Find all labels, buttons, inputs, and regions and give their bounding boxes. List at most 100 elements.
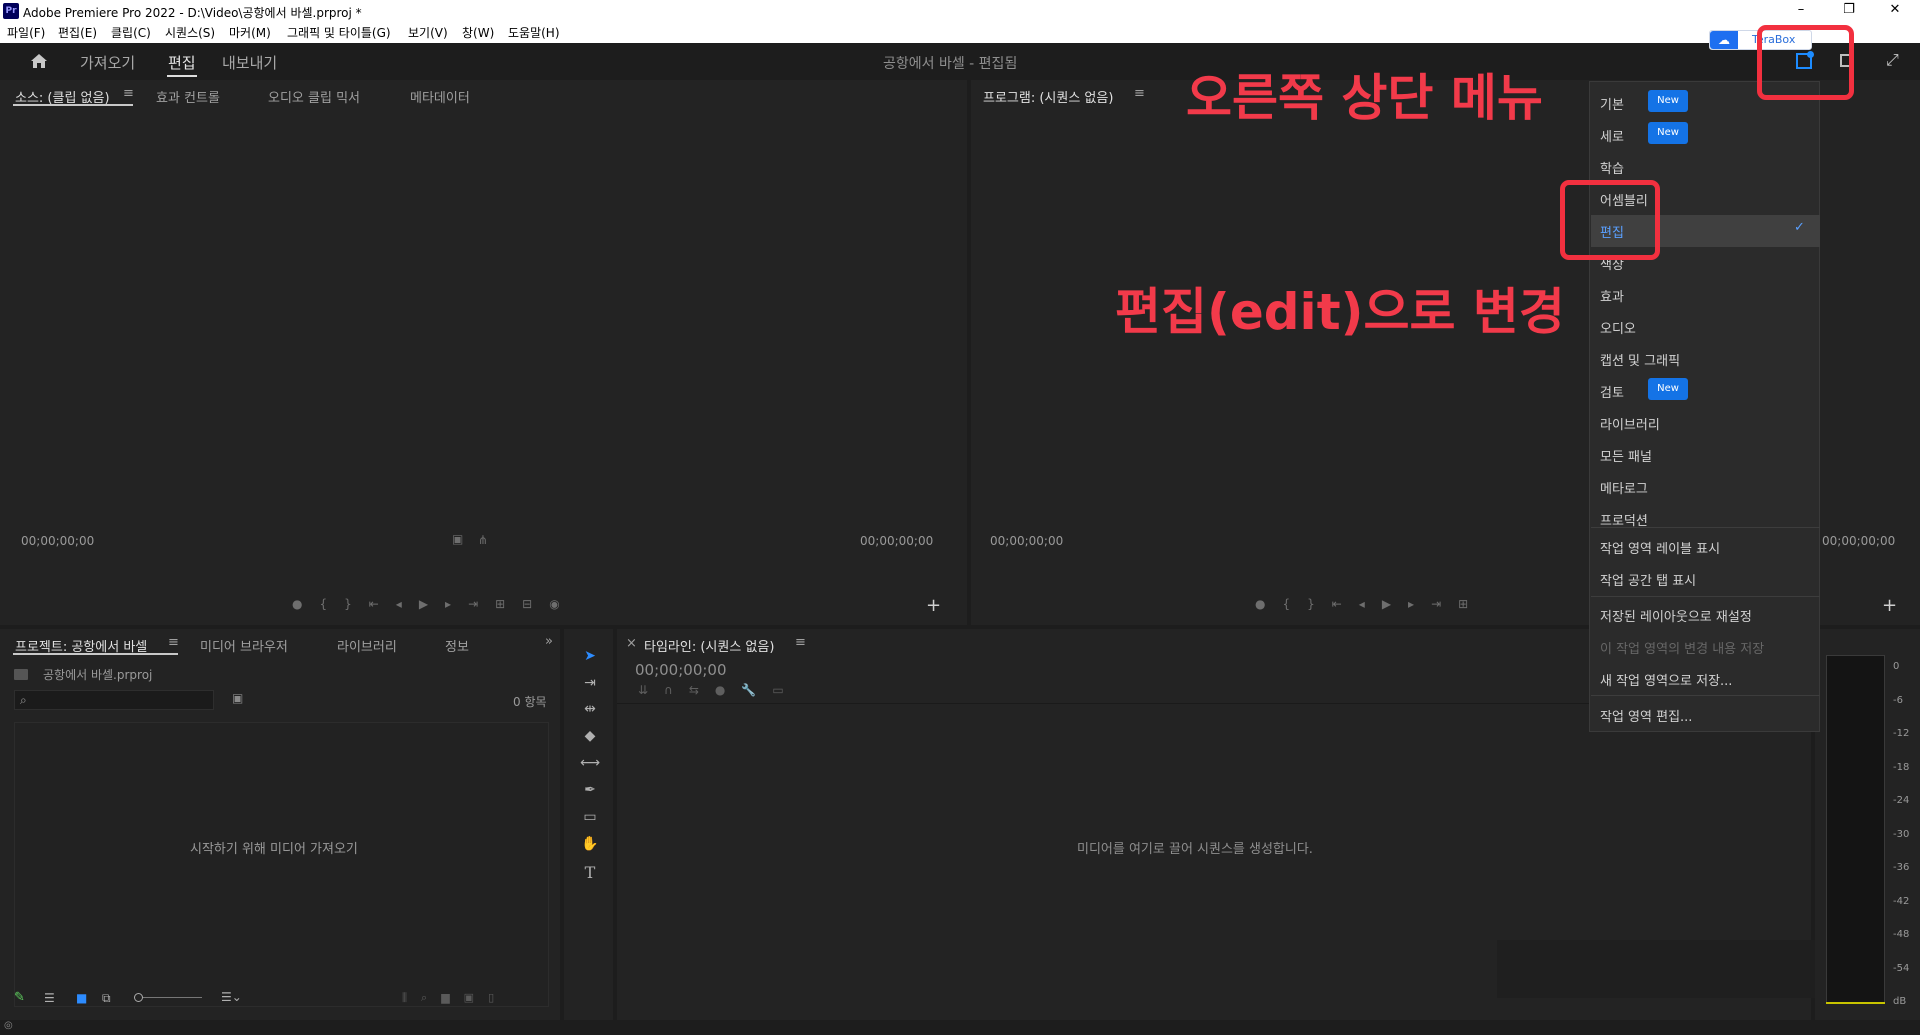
settings-icon[interactable]: ▣ [452, 532, 463, 546]
close-button[interactable]: ✕ [1872, 2, 1918, 20]
tab-source-underline [13, 104, 133, 106]
tab-program[interactable]: 프로그램: (시퀀스 없음) [983, 87, 1113, 106]
menu-help[interactable]: 도움말(H) [508, 24, 560, 41]
workspace-menu-item[interactable]: 학습 [1600, 158, 1624, 177]
timeline-tools[interactable]: ⇊∩⇆●🔧▭ [638, 683, 800, 697]
workspace-menu-option[interactable]: 새 작업 영역으로 저장... [1600, 670, 1732, 689]
menu-window[interactable]: 창(W) [462, 24, 494, 41]
tab-project-underline [13, 653, 178, 655]
home-icon[interactable] [30, 52, 48, 70]
drag-audio-icon[interactable]: ⋔ [478, 533, 488, 547]
tab-timeline[interactable]: 타임라인: (시퀀스 없음) [644, 636, 774, 655]
new-badge: New [1648, 90, 1688, 112]
project-search-input[interactable]: ⌕ [14, 690, 214, 710]
workspace-menu-item[interactable]: 라이브러리 [1600, 414, 1660, 433]
workspace-menu-item[interactable]: 세로 [1600, 126, 1624, 145]
pen-tool-icon[interactable]: ✒ [580, 782, 600, 802]
menu-separator [1591, 596, 1820, 597]
restore-button[interactable]: ❐ [1826, 2, 1872, 20]
selection-tool-icon[interactable]: ➤ [580, 648, 600, 668]
minimize-button[interactable]: – [1778, 2, 1824, 20]
rectangle-tool-icon[interactable]: ▭ [580, 809, 600, 829]
hand-tool-icon[interactable]: ✋ [580, 836, 600, 856]
type-tool-icon[interactable]: T [580, 863, 600, 883]
status-bar: ◎ [0, 1020, 1920, 1035]
program-transport-controls[interactable]: ●{}⇤◂▶▸⇥⊞ [1255, 597, 1485, 611]
menu-view[interactable]: 보기(V) [408, 24, 448, 41]
workspace-menu-option: 이 작업 영역의 변경 내용 저장 [1600, 642, 1765, 657]
highlight-box-menu-icon [1757, 25, 1854, 100]
workspace-header: 가져오기 편집 내보내기 공항에서 바셀 - 편집됨 [0, 43, 1920, 80]
workspace-menu-item[interactable]: 오디오 [1600, 318, 1636, 337]
freeform-view-icon[interactable]: ⧉ [102, 991, 111, 1006]
workspace-menu-option[interactable]: 저장된 레이아웃으로 재설정 [1600, 606, 1752, 625]
workspace-menu: 기본 New 세로 New 학습 어셈블리 편집 ✓ 색상 효과 오디오 캡션 및 그래픽 검토 New 라… [1589, 81, 1820, 732]
new-badge: New [1648, 378, 1688, 400]
razor-tool-icon[interactable]: ◆ [580, 728, 600, 748]
project-media-area[interactable] [14, 722, 549, 1007]
menu-file[interactable]: 파일(F) [7, 24, 45, 41]
program-panel-menu-icon[interactable]: ≡ [1134, 86, 1145, 101]
zoom-slider[interactable] [134, 993, 202, 1002]
project-title: 공항에서 바셀 - 편집됨 [883, 56, 1018, 72]
pencil-icon[interactable]: ✎ [14, 990, 25, 1005]
timeline-timecode: 00;00;00;00 [635, 661, 727, 679]
workspace-menu-option[interactable]: 작업 영역 레이블 표시 [1600, 538, 1720, 557]
project-file-icon [14, 669, 28, 680]
workspace-menu-item[interactable]: 캡션 및 그래픽 [1600, 350, 1680, 369]
nav-import[interactable]: 가져오기 [80, 52, 135, 73]
source-transport-controls[interactable]: ●{}⇤◂▶▸⇥⊞⊟◉ [292, 597, 577, 611]
workspace-menu-option[interactable]: 작업 공간 탭 표시 [1600, 570, 1696, 589]
source-timecode-right: 00;00;00;00 [860, 534, 934, 548]
timeline-overlay [1497, 940, 1845, 998]
workspace-menu-item[interactable]: 모든 패널 [1600, 446, 1652, 465]
title-bar: Pr Adobe Premiere Pro 2022 - D:\Video\공항… [0, 0, 1920, 22]
tab-info[interactable]: 정보 [445, 636, 469, 655]
menu-clip[interactable]: 클립(C) [111, 24, 151, 41]
menu-sequence[interactable]: 시퀀스(S) [165, 24, 215, 41]
ripple-edit-tool-icon[interactable]: ⇹ [580, 701, 600, 721]
menu-graphics[interactable]: 그래픽 및 타이틀(G) [287, 24, 391, 41]
tab-effect-controls[interactable]: 효과 컨트롤 [156, 87, 220, 106]
fullscreen-icon[interactable]: ⤢ [1886, 50, 1899, 70]
workspace-menu-item[interactable]: 검토 [1600, 382, 1624, 401]
more-panels-icon[interactable]: » [545, 634, 553, 649]
new-bin-from-search-icon[interactable]: ▣ [232, 691, 243, 705]
source-add-button[interactable]: + [926, 595, 941, 616]
meter-label: -48 [1893, 929, 1910, 940]
checkmark-icon: ✓ [1794, 220, 1805, 235]
menu-separator [1591, 695, 1820, 696]
list-view-icon[interactable]: ☰ [44, 991, 55, 1005]
tab-media-browser[interactable]: 미디어 브라우저 [200, 636, 288, 655]
audio-meter [1826, 655, 1885, 1004]
nav-export[interactable]: 내보내기 [222, 52, 277, 73]
close-tab-icon[interactable]: × [626, 636, 637, 651]
workspace-menu-item[interactable]: 기본 [1600, 94, 1624, 113]
new-badge: New [1648, 122, 1688, 144]
meter-label: -30 [1893, 828, 1910, 840]
nav-edit[interactable]: 편집 [168, 52, 196, 73]
workspace-menu-item[interactable]: 효과 [1600, 286, 1624, 305]
menu-bar: 파일(F) 편집(E) 클립(C) 시퀀스(S) 마커(M) 그래픽 및 타이틀… [0, 22, 1920, 43]
project-file-name: 공항에서 바셀.prproj [43, 668, 153, 682]
project-panel-menu-icon[interactable]: ≡ [168, 635, 179, 650]
workspace-menu-option[interactable]: 작업 영역 편집... [1600, 706, 1692, 725]
menu-edit[interactable]: 편집(E) [58, 24, 97, 41]
sort-icon[interactable]: ☰⌄ [221, 990, 242, 1004]
track-select-tool-icon[interactable]: ⇥ [580, 675, 600, 695]
program-timecode-right: 00;00;00;00 [1822, 534, 1896, 548]
slip-tool-icon[interactable]: ⟷ [580, 755, 600, 775]
tab-libraries[interactable]: 라이브러리 [337, 636, 397, 655]
timeline-panel-menu-icon[interactable]: ≡ [795, 635, 806, 650]
menu-marker[interactable]: 마커(M) [229, 24, 271, 41]
import-media-message: 시작하기 위해 미디어 가져오기 [190, 842, 358, 857]
program-add-button[interactable]: + [1882, 595, 1897, 616]
tab-audio-clip-mixer[interactable]: 오디오 클립 믹서 [268, 87, 360, 106]
timeline-empty-message: 미디어를 여기로 끌어 시퀀스를 생성합니다. [1077, 842, 1313, 857]
icon-view-icon[interactable]: ■ [76, 991, 87, 1005]
tab-metadata[interactable]: 메타데이터 [410, 87, 470, 106]
workspace-menu-item[interactable]: 메타로그 [1600, 478, 1648, 497]
panel-menu-icon[interactable]: ≡ [123, 86, 134, 101]
highlight-box-edit-item [1560, 180, 1660, 260]
project-bottom-tools[interactable]: ⫼⌕▆▣▯ [402, 991, 508, 1005]
